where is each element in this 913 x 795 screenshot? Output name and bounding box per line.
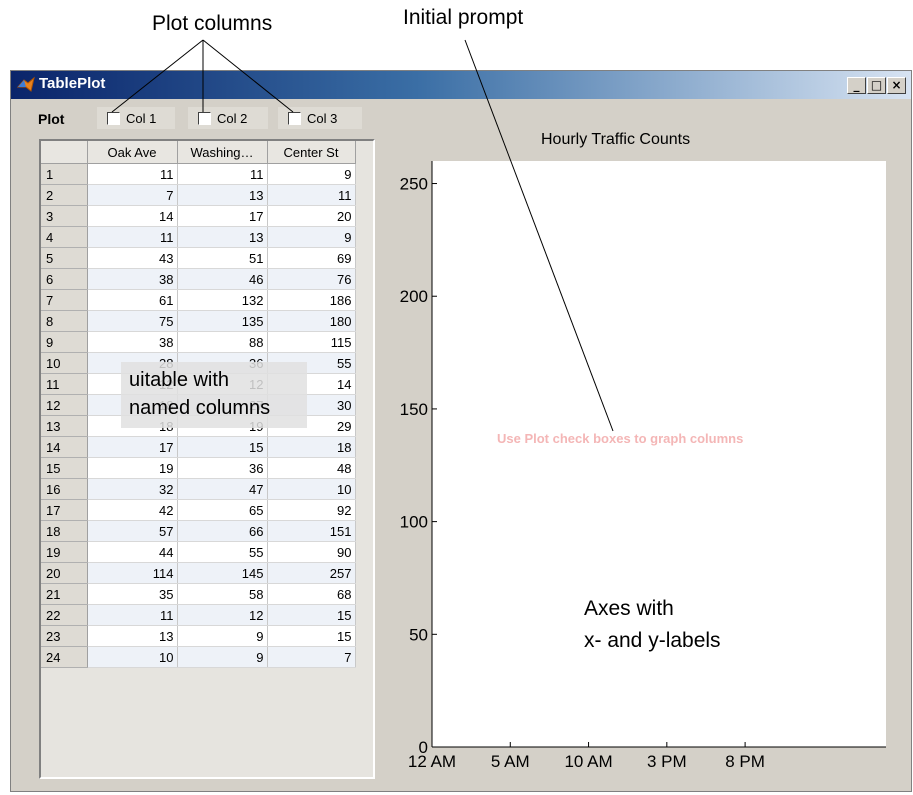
x-tick-label: 10 AM xyxy=(564,752,612,771)
tableplot-window: TablePlot _ □ × Plot Col 1 Col 2 Col 3 O… xyxy=(10,70,912,792)
y-tick-label: 250 xyxy=(400,175,428,194)
callout-axes-line2: x- and y-labels xyxy=(584,629,721,652)
x-tick-label: 8 PM xyxy=(725,752,765,771)
initial-prompt-text: Use Plot check boxes to graph columns xyxy=(497,431,744,446)
y-tick-label: 50 xyxy=(409,625,428,644)
axes-chart[interactable]: 05010015020025012 AM 5 AM 10 AM 3 PM 8 PM xyxy=(11,71,911,791)
y-tick-label: 150 xyxy=(400,400,428,419)
callout-axes: Axes with x- and y-labels xyxy=(584,593,721,657)
x-tick-label: 12 AM xyxy=(408,752,456,771)
callout-axes-line1: Axes with xyxy=(584,597,674,620)
callout-initial-prompt: Initial prompt xyxy=(403,6,524,29)
x-tick-label: 5 AM xyxy=(491,752,530,771)
y-tick-label: 100 xyxy=(400,513,428,532)
x-tick-label: 3 PM xyxy=(647,752,687,771)
y-tick-label: 200 xyxy=(400,287,428,306)
plot-area xyxy=(432,161,886,747)
callout-plot-columns: Plot columns xyxy=(152,12,273,35)
